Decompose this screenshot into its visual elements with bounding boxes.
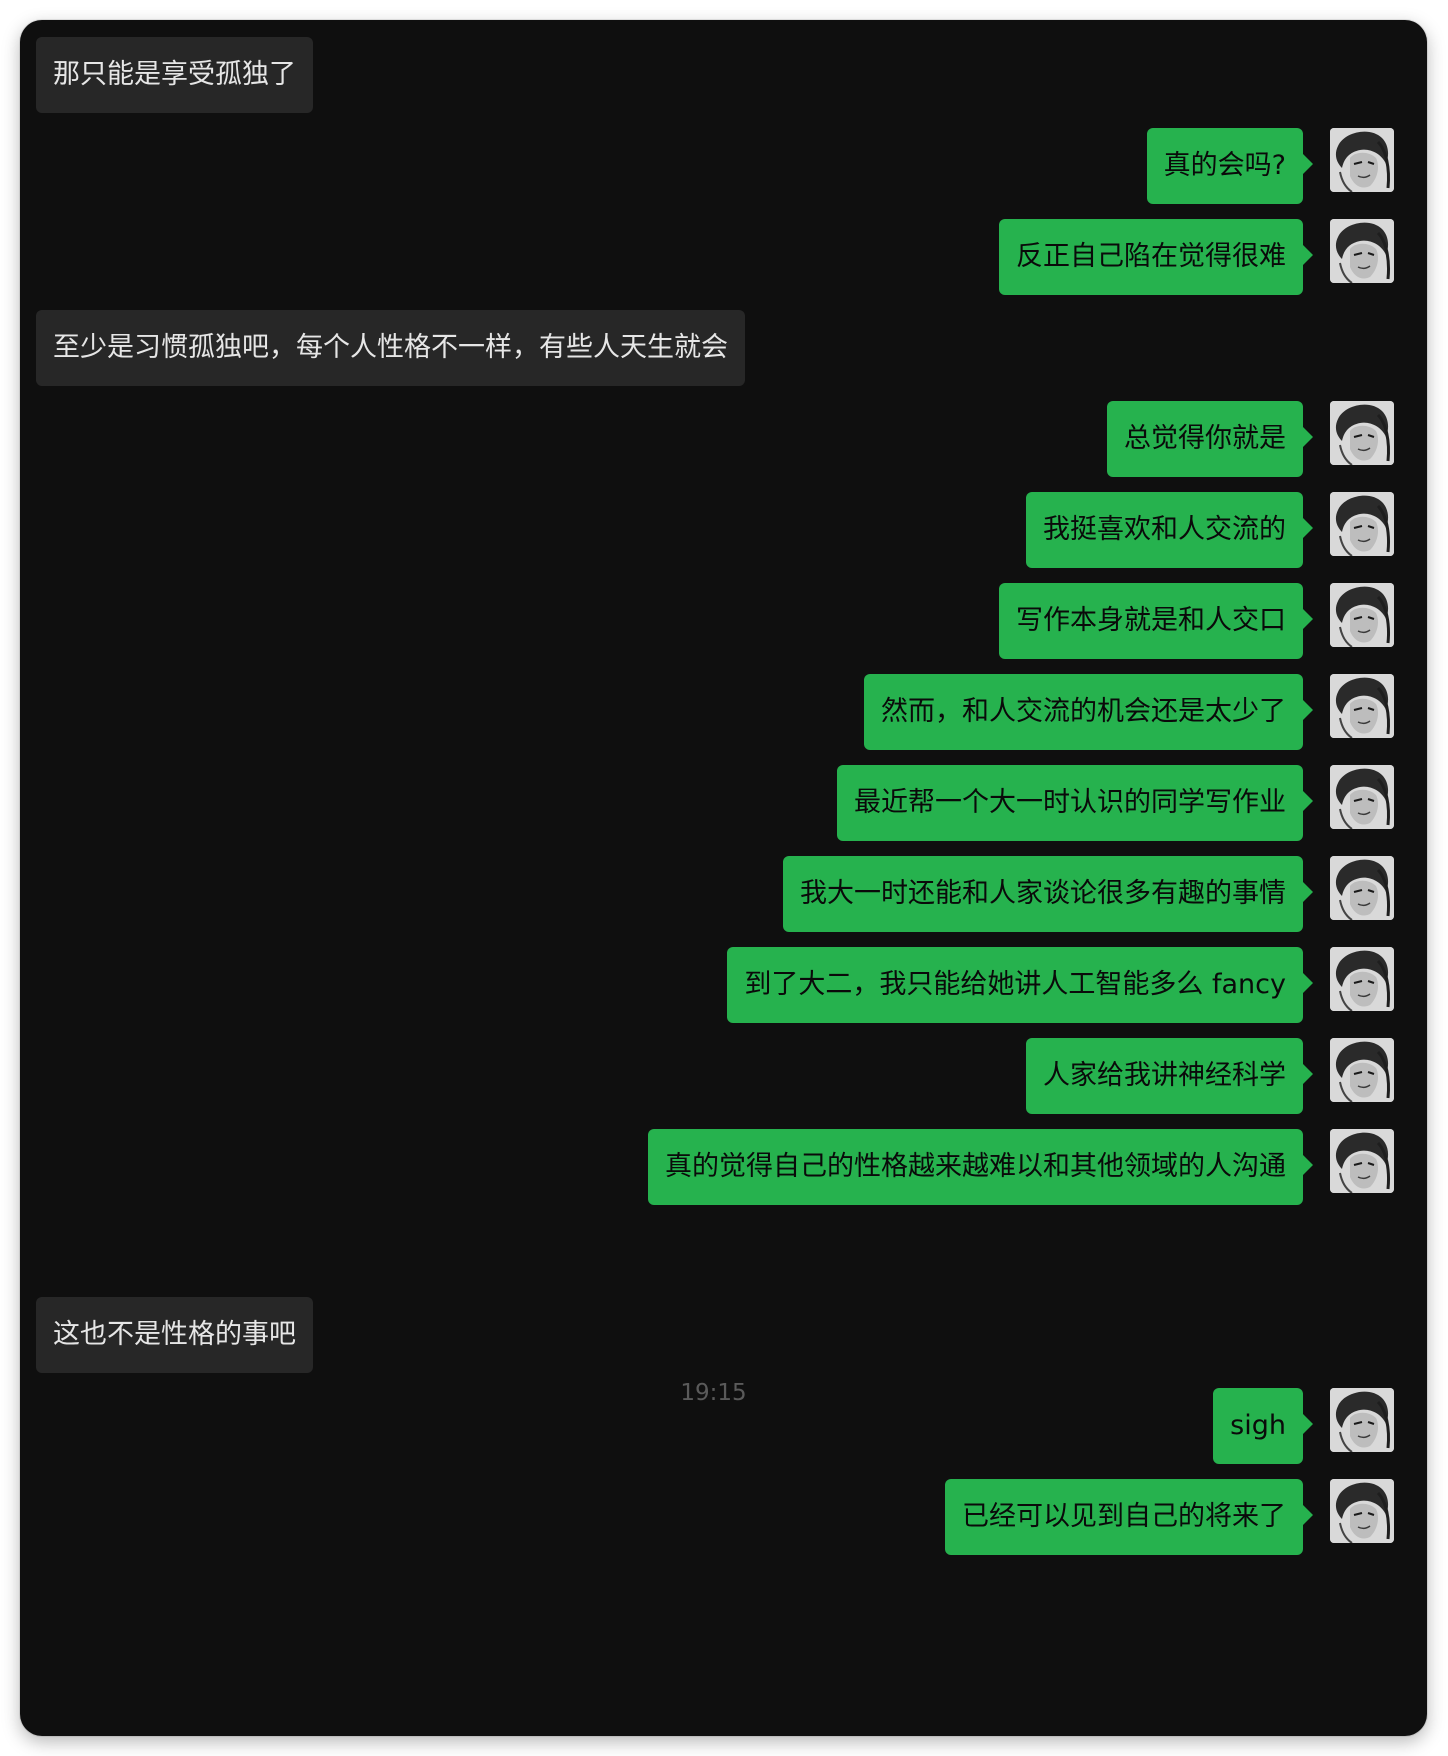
avatar-sketch-icon xyxy=(1330,1479,1394,1543)
user-avatar-icon[interactable] xyxy=(1330,856,1394,920)
bubble-tail xyxy=(1303,427,1313,447)
avatar-sketch-icon xyxy=(1330,1129,1394,1193)
user-avatar-icon[interactable] xyxy=(1330,1038,1394,1102)
message-bubble[interactable]: 真的觉得自己的性格越来越难以和其他领域的人沟通 xyxy=(648,1129,1303,1205)
bubble-tail xyxy=(1303,154,1313,174)
bubble-tail xyxy=(1303,791,1313,811)
avatar-sketch-icon xyxy=(1330,492,1394,556)
message-row-outgoing: sigh xyxy=(20,1388,1427,1464)
message-bubble[interactable]: 写作本身就是和人交口 xyxy=(999,583,1303,659)
message-row-outgoing: 真的觉得自己的性格越来越难以和其他领域的人沟通 xyxy=(20,1129,1427,1205)
bubble-tail xyxy=(1303,609,1313,629)
bubble-tail xyxy=(1303,882,1313,902)
chat-window: 那只能是享受孤独了 真的会吗? 反正自己陷在觉得很难 至少是习惯孤独吧，每个人性… xyxy=(20,20,1427,1736)
message-row-outgoing: 已经可以见到自己的将来了 xyxy=(20,1479,1427,1555)
message-bubble[interactable]: 总觉得你就是 xyxy=(1107,401,1303,477)
avatar-sketch-icon xyxy=(1330,1388,1394,1452)
user-avatar-icon[interactable] xyxy=(1330,401,1394,465)
message-row-outgoing: 人家给我讲神经科学 xyxy=(20,1038,1427,1114)
avatar-sketch-icon xyxy=(1330,674,1394,738)
user-avatar-icon[interactable] xyxy=(1330,1479,1394,1543)
message-row-outgoing: 我大一时还能和人家谈论很多有趣的事情 xyxy=(20,856,1427,932)
message-row-outgoing: 然而，和人交流的机会还是太少了 xyxy=(20,674,1427,750)
message-bubble[interactable]: 那只能是享受孤独了 xyxy=(36,37,313,113)
message-bubble[interactable]: 然而，和人交流的机会还是太少了 xyxy=(864,674,1303,750)
bubble-tail xyxy=(1303,1064,1313,1084)
avatar-sketch-icon xyxy=(1330,765,1394,829)
user-avatar-icon[interactable] xyxy=(1330,1388,1394,1452)
message-row-incoming: 至少是习惯孤独吧，每个人性格不一样，有些人天生就会 xyxy=(20,310,1427,386)
message-bubble[interactable]: 真的会吗? xyxy=(1146,128,1303,204)
avatar-sketch-icon xyxy=(1330,947,1394,1011)
message-bubble[interactable]: 这也不是性格的事吧 xyxy=(36,1297,313,1373)
user-avatar-icon[interactable] xyxy=(1330,947,1394,1011)
message-row-outgoing: 到了大二，我只能给她讲人工智能多么 fancy xyxy=(20,947,1427,1023)
bubble-tail xyxy=(1303,1505,1313,1525)
message-bubble[interactable]: 人家给我讲神经科学 xyxy=(1026,1038,1303,1114)
message-row-outgoing: 总觉得你就是 xyxy=(20,401,1427,477)
message-bubble[interactable]: 最近帮一个大一时认识的同学写作业 xyxy=(837,765,1303,841)
bubble-tail xyxy=(1303,245,1313,265)
message-bubble[interactable]: 反正自己陷在觉得很难 xyxy=(999,219,1303,295)
bubble-tail xyxy=(1303,1414,1313,1434)
bubble-tail xyxy=(1303,973,1313,993)
avatar-sketch-icon xyxy=(1330,1038,1394,1102)
message-row-outgoing: 真的会吗? xyxy=(20,128,1427,204)
bubble-tail xyxy=(1303,518,1313,538)
user-avatar-icon[interactable] xyxy=(1330,1129,1394,1193)
user-avatar-icon[interactable] xyxy=(1330,219,1394,283)
user-avatar-icon[interactable] xyxy=(1330,674,1394,738)
user-avatar-icon[interactable] xyxy=(1330,765,1394,829)
avatar-sketch-icon xyxy=(1330,128,1394,192)
message-bubble[interactable]: 到了大二，我只能给她讲人工智能多么 fancy xyxy=(727,947,1303,1023)
message-row-incoming: 这也不是性格的事吧 xyxy=(20,1297,1427,1373)
avatar-sketch-icon xyxy=(1330,401,1394,465)
message-row-outgoing: 反正自己陷在觉得很难 xyxy=(20,219,1427,295)
user-avatar-icon[interactable] xyxy=(1330,128,1394,192)
user-avatar-icon[interactable] xyxy=(1330,492,1394,556)
bubble-tail xyxy=(1303,700,1313,720)
avatar-sketch-icon xyxy=(1330,856,1394,920)
message-bubble[interactable]: 已经可以见到自己的将来了 xyxy=(945,1479,1303,1555)
avatar-sketch-icon xyxy=(1330,219,1394,283)
user-avatar-icon[interactable] xyxy=(1330,583,1394,647)
message-bubble[interactable]: 至少是习惯孤独吧，每个人性格不一样，有些人天生就会 xyxy=(36,310,745,386)
message-row-outgoing: 我挺喜欢和人交流的 xyxy=(20,492,1427,568)
bubble-tail xyxy=(1303,1155,1313,1175)
avatar-sketch-icon xyxy=(1330,583,1394,647)
message-bubble[interactable]: 我大一时还能和人家谈论很多有趣的事情 xyxy=(783,856,1303,932)
message-row-incoming: 那只能是享受孤独了 xyxy=(20,37,1427,113)
message-row-outgoing: 最近帮一个大一时认识的同学写作业 xyxy=(20,765,1427,841)
message-row-outgoing: 写作本身就是和人交口 xyxy=(20,583,1427,659)
message-bubble[interactable]: 我挺喜欢和人交流的 xyxy=(1026,492,1303,568)
message-bubble[interactable]: sigh xyxy=(1213,1388,1303,1464)
